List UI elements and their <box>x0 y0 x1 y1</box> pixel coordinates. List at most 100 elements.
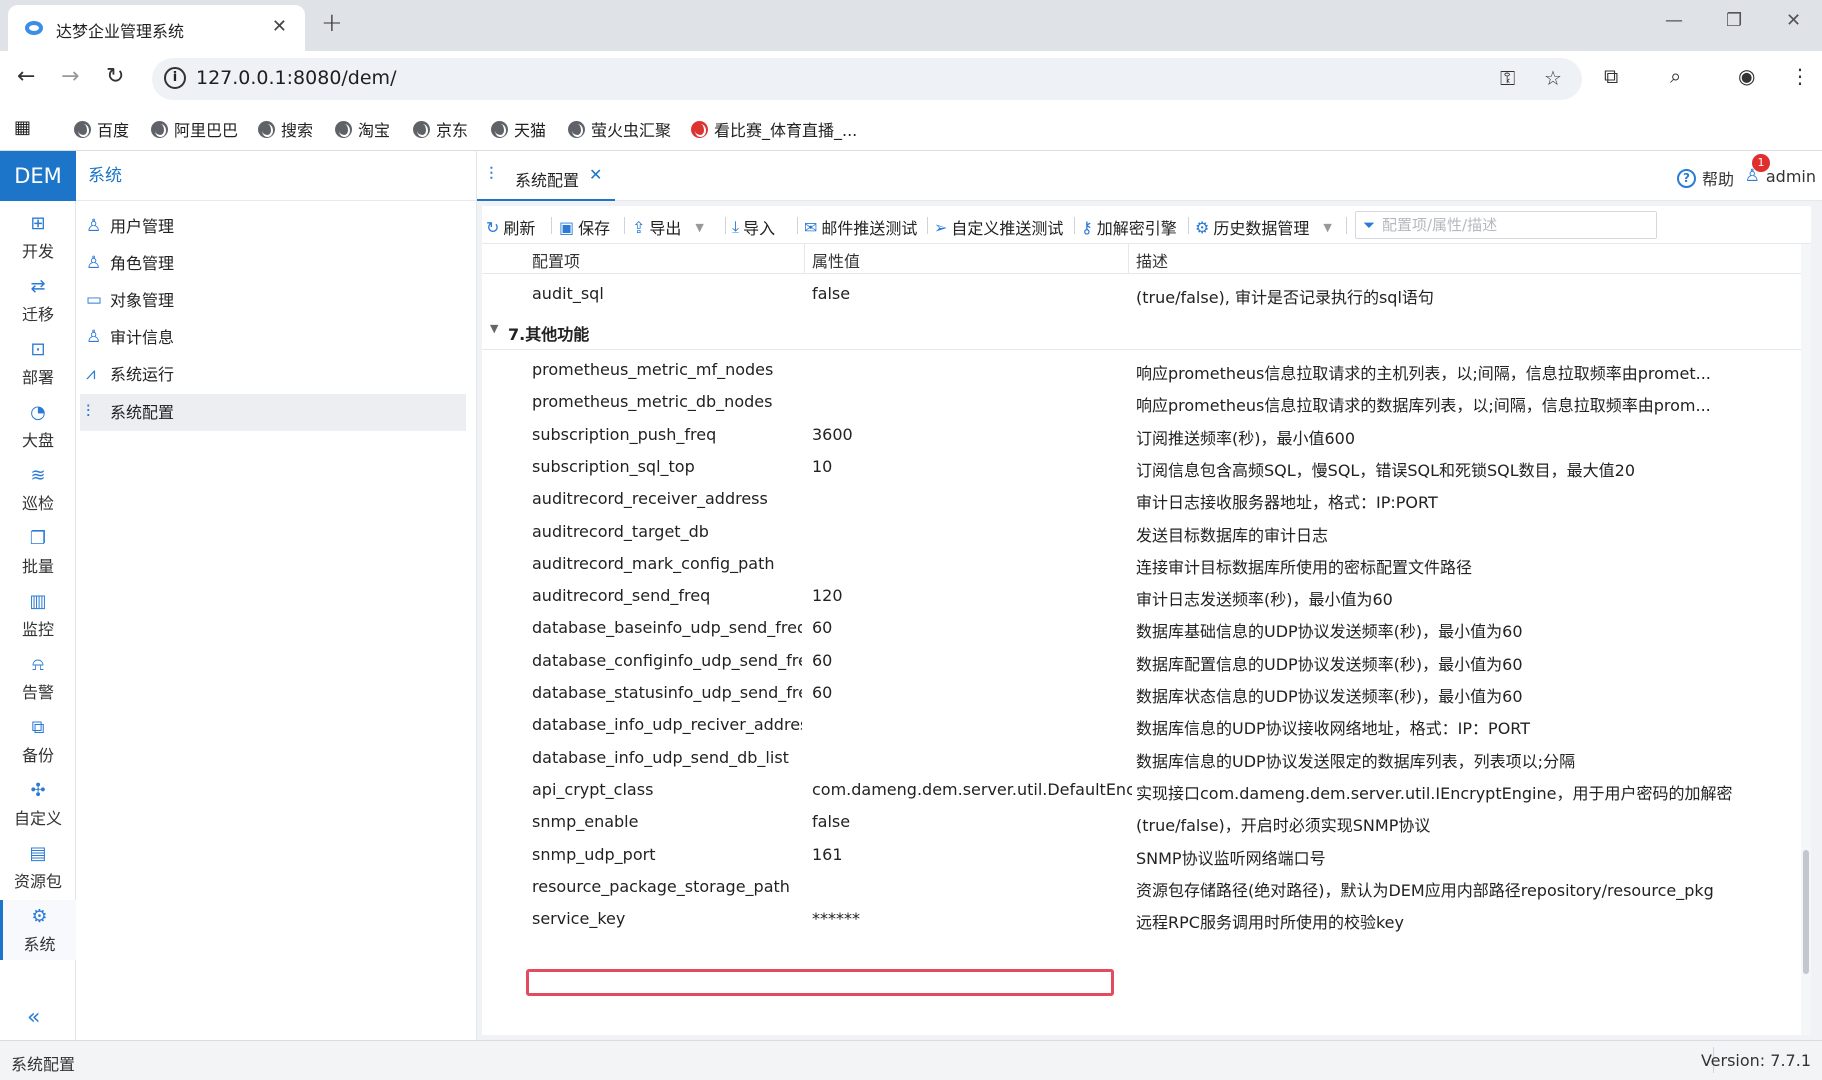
bookmark-item[interactable]: 京东 <box>413 117 468 141</box>
profile-icon[interactable]: ◉ <box>1738 64 1755 88</box>
nav-item-alarm[interactable]: ⍾ 告警 <box>0 648 76 708</box>
custom-push-test-button[interactable]: ➢ 自定义推送测试 <box>934 215 1063 239</box>
filter-input[interactable] <box>1382 215 1650 235</box>
browser-tab-title: 达梦企业管理系统 <box>56 22 185 41</box>
nav-item-backup[interactable]: ⧉ 备份 <box>0 711 76 771</box>
nav-item-custom[interactable]: ✣ 自定义 <box>0 774 76 834</box>
submenu-item-runtime[interactable]: ⩘ 系统运行 <box>80 356 466 393</box>
config-desc: 审计日志接收服务器地址，格式：IP:PORT <box>1136 493 1438 512</box>
import-button[interactable]: ⤓ 导入 <box>732 215 775 239</box>
nav-item-deploy[interactable]: ⊡ 部署 <box>0 333 76 393</box>
config-filter[interactable]: ⏷ <box>1355 211 1657 239</box>
tab-search-icon[interactable]: ⌕ <box>1670 64 1681 88</box>
column-header-desc[interactable]: 描述 <box>1136 248 1168 272</box>
back-button[interactable]: ← <box>17 64 35 89</box>
site-info-icon[interactable]: i <box>164 67 186 89</box>
vertical-scrollbar[interactable] <box>1801 244 1811 1035</box>
nav-item-resource-package[interactable]: ▤ 资源包 <box>0 837 76 897</box>
bookmark-item[interactable]: 阿里巴巴 <box>151 117 238 141</box>
nav-item-dashboard[interactable]: ◔ 大盘 <box>0 396 76 456</box>
reload-button[interactable]: ↻ <box>106 64 124 89</box>
config-value[interactable]: false <box>812 812 1132 831</box>
nav-item-batch[interactable]: ❐ 批量 <box>0 522 76 582</box>
password-key-icon[interactable]: ⚿ <box>1500 66 1515 90</box>
bookmark-item[interactable]: 看比赛_体育直播_... <box>691 117 857 141</box>
bookmark-item[interactable]: 搜索 <box>258 117 313 141</box>
table-row[interactable]: auditrecord_receiver_address 审计日志接收服务器地址，… <box>482 480 1801 517</box>
tab-system-config[interactable]: ⫶ 系统配置 ✕ <box>477 151 615 201</box>
config-value[interactable]: 10 <box>812 457 1132 476</box>
refresh-label: 刷新 <box>503 219 536 238</box>
config-value[interactable]: com.dameng.dem.server.util.DefaultEncryp… <box>812 780 1132 799</box>
address-bar[interactable]: i 127.0.0.1:8080/dem/ ⚿ ☆ <box>152 58 1582 100</box>
submenu-label: 审计信息 <box>110 328 175 347</box>
history-data-button[interactable]: ⚙ 历史数据管理 ▼ <box>1195 215 1332 239</box>
import-label: 导入 <box>743 219 776 238</box>
nav-item-migrate[interactable]: ⇄ 迁移 <box>0 270 76 330</box>
browser-menu-icon[interactable]: ⋮ <box>1790 64 1810 88</box>
scrollbar-thumb[interactable] <box>1803 850 1809 974</box>
save-button[interactable]: ▣ 保存 <box>559 215 610 239</box>
submenu-item-roles[interactable]: ♙ 角色管理 <box>80 245 466 282</box>
bookmark-item[interactable]: 淘宝 <box>335 117 390 141</box>
config-value[interactable]: 3600 <box>812 425 1132 444</box>
nav-item-monitor[interactable]: ▥ 监控 <box>0 585 76 645</box>
column-header-value[interactable]: 属性值 <box>812 248 860 272</box>
config-value[interactable]: ****** <box>812 909 1132 928</box>
close-tab-icon[interactable]: ✕ <box>589 165 602 184</box>
help-link[interactable]: ? 帮助 <box>1676 166 1734 190</box>
minimize-window-button[interactable]: — <box>1665 10 1683 31</box>
import-icon: ⤓ <box>732 217 740 236</box>
extensions-icon[interactable]: ⧉ <box>1604 64 1618 88</box>
mail-push-test-button[interactable]: ✉ 邮件推送测试 <box>804 215 917 239</box>
collapse-arrow-icon[interactable]: ▼ <box>490 322 498 335</box>
table-row[interactable]: service_key ****** 远程RPC服务调用时所使用的校验key <box>482 900 1801 937</box>
new-tab-button[interactable]: + <box>321 8 343 38</box>
export-button[interactable]: ⇪ 导出 ▼ <box>632 215 704 239</box>
config-value[interactable]: 120 <box>812 586 1132 605</box>
close-window-button[interactable]: ✕ <box>1786 10 1801 31</box>
column-divider[interactable] <box>1128 244 1129 274</box>
table-row[interactable]: audit_sql false (true/false), 审计是否记录执行的s… <box>482 275 1801 312</box>
submenu-item-users[interactable]: ♙ 用户管理 <box>80 208 466 245</box>
column-header-key[interactable]: 配置项 <box>532 248 580 272</box>
bookmark-item[interactable]: 天猫 <box>491 117 546 141</box>
group-row[interactable]: ▼ 7.其他功能 <box>482 312 1801 350</box>
table-row[interactable]: prometheus_metric_db_nodes 响应prometheus信息… <box>482 383 1801 420</box>
submenu-item-objects[interactable]: ▭ 对象管理 <box>80 282 466 319</box>
restore-window-button[interactable]: ❐ <box>1726 10 1742 31</box>
refresh-button[interactable]: ↻ 刷新 <box>486 215 535 239</box>
url-text[interactable]: 127.0.0.1:8080/dem/ <box>196 67 396 89</box>
config-key: audit_sql <box>532 284 604 303</box>
browser-tab[interactable]: 达梦企业管理系统 ✕ <box>8 5 305 51</box>
submenu-item-audit[interactable]: ♙ 审计信息 <box>80 319 466 356</box>
config-value[interactable]: false <box>812 284 1132 303</box>
config-value[interactable]: 60 <box>812 651 1132 670</box>
table-row[interactable]: database_info_udp_reciver_address 数据库信息的U… <box>482 706 1801 743</box>
nav-item-develop[interactable]: ⊞ 开发 <box>0 207 76 267</box>
table-row[interactable]: database_baseinfo_udp_send_freq 60 数据库基础信息… <box>482 609 1801 646</box>
config-desc: (true/false)，开启时必须实现SNMP协议 <box>1136 816 1431 835</box>
config-key: subscription_push_freq <box>532 425 717 444</box>
filter-icon: ⏷ <box>1363 216 1376 234</box>
toolbar-divider <box>725 217 726 234</box>
close-tab-icon[interactable]: ✕ <box>272 16 287 37</box>
apps-grid-icon[interactable]: ▦ <box>14 117 31 138</box>
submenu-item-config[interactable]: ⫶ 系统配置 <box>80 394 466 431</box>
config-value[interactable]: 60 <box>812 618 1132 637</box>
submenu-label: 对象管理 <box>110 291 175 310</box>
toolbar-divider <box>797 217 798 234</box>
config-value[interactable]: 161 <box>812 845 1132 864</box>
collapse-nav-icon[interactable]: « <box>27 1005 40 1030</box>
nav-item-inspect[interactable]: ≋ 巡检 <box>0 459 76 519</box>
config-value[interactable]: 60 <box>812 683 1132 702</box>
column-divider[interactable] <box>804 244 805 274</box>
table-row[interactable]: snmp_enable false (true/false)，开启时必须实现SNMP… <box>482 803 1801 840</box>
bookmark-item[interactable]: 百度 <box>74 117 129 141</box>
bookmark-item[interactable]: 萤火虫汇聚 <box>568 117 671 141</box>
user-menu[interactable]: ♙ admin <box>1745 166 1816 186</box>
bookmark-star-icon[interactable]: ☆ <box>1544 66 1562 90</box>
crypt-engine-button[interactable]: ⚷ 加解密引擎 <box>1081 215 1177 239</box>
nav-item-system[interactable]: ⚙ 系统 <box>0 900 76 960</box>
forward-button[interactable]: → <box>61 64 79 89</box>
